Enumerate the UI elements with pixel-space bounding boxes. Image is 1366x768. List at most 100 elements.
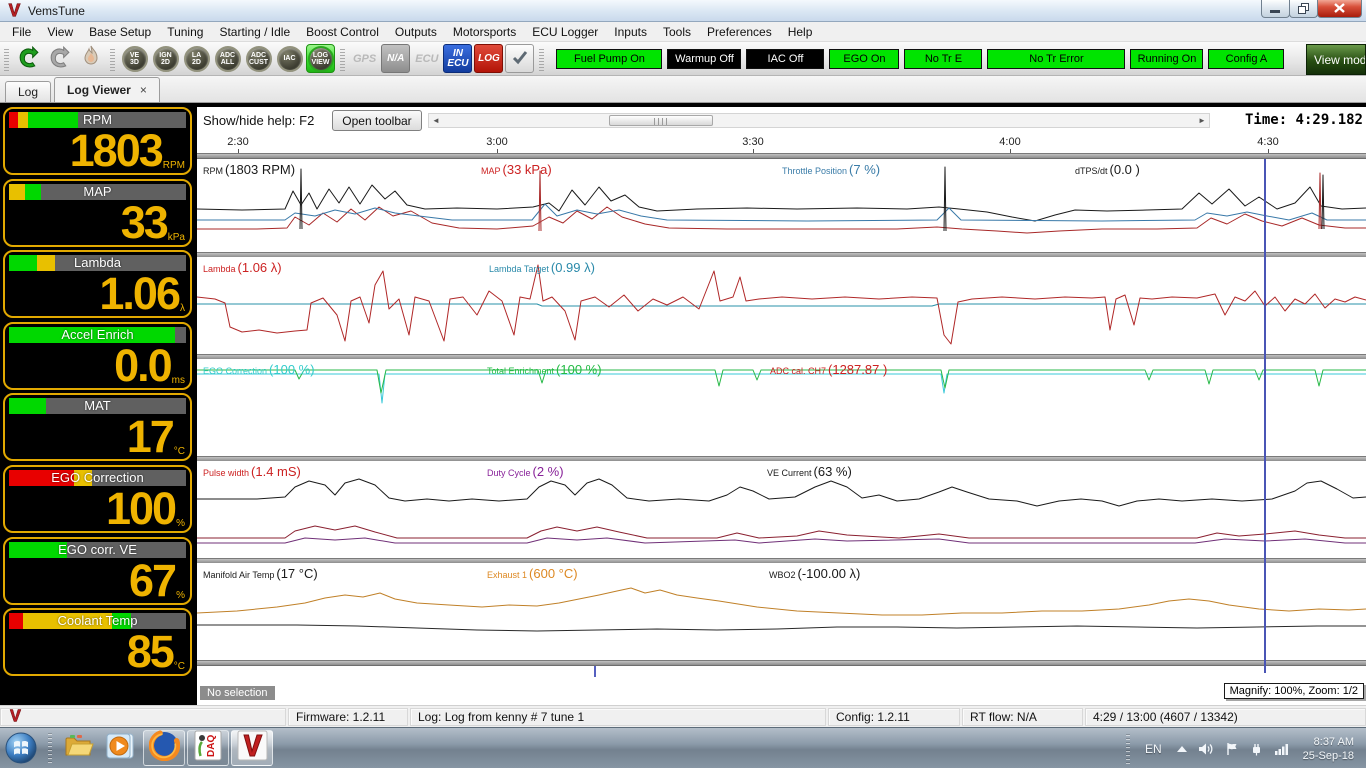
ve-3d-icon: VE 3D: [121, 45, 148, 72]
timeline-tick-label: 3:30: [742, 136, 764, 148]
close-button[interactable]: [1317, 0, 1362, 18]
menu-item-preferences[interactable]: Preferences: [699, 23, 780, 41]
statusbar-text: Config: 1.2.11: [836, 710, 910, 724]
taskbar-clock[interactable]: 8:37 AM 25-Sep-18: [1303, 735, 1354, 763]
status-warmup-off[interactable]: Warmup Off: [667, 48, 742, 69]
log-view-button[interactable]: LOG VIEW: [306, 44, 335, 73]
signal-label-map: MAP (33 kPa): [481, 162, 552, 177]
tab-log-viewer[interactable]: Log Viewer ×: [54, 77, 160, 102]
menu-item-inputs[interactable]: Inputs: [606, 23, 655, 41]
signal-name: MAP: [481, 166, 501, 176]
chart-horizontal-scrollbar[interactable]: ◄ ►: [428, 113, 1210, 128]
status-no-tr-e[interactable]: No Tr E: [904, 48, 983, 69]
minimize-button[interactable]: [1261, 0, 1290, 18]
log-button[interactable]: LOG: [474, 44, 504, 73]
signal-value: (-100.00 λ): [797, 566, 861, 581]
chart-cursor-line[interactable]: [1264, 159, 1266, 673]
no-selection-badge: No selection: [200, 686, 275, 700]
tray-grip[interactable]: [1125, 733, 1130, 764]
taskbar-vemstune-button[interactable]: [231, 730, 273, 766]
menu-item-boost-control[interactable]: Boost Control: [298, 23, 387, 41]
n-a-button[interactable]: N/A: [381, 44, 411, 73]
menu-item-motorsports[interactable]: Motorsports: [445, 23, 524, 41]
statusbar-section-1: [0, 708, 286, 726]
burn-button[interactable]: [76, 44, 105, 73]
confirm-check-button[interactable]: [505, 44, 535, 73]
menu-item-help[interactable]: Help: [780, 23, 821, 41]
tab-close-icon[interactable]: ×: [140, 83, 147, 97]
caret-up-icon[interactable]: [1176, 744, 1188, 754]
network-signal-icon[interactable]: [1274, 742, 1290, 755]
gauge-unit: °C: [173, 661, 185, 673]
gauge-reading: 33 kPa: [121, 200, 185, 245]
chart-timeline: 2:30 3:00 3:30 4:00 4:30: [197, 135, 1366, 154]
status-no-tr-error[interactable]: No Tr Error: [987, 48, 1126, 69]
toolbar-grip[interactable]: [110, 46, 115, 71]
ve-3d-button[interactable]: VE 3D: [120, 44, 149, 73]
signal-name: WBO2: [769, 570, 796, 580]
status-ego-on[interactable]: EGO On: [829, 48, 900, 69]
statusbar-section-5: RT flow: N/A: [962, 708, 1083, 726]
signal-value: (1803 RPM): [225, 162, 296, 177]
iac-button[interactable]: IAC: [275, 44, 304, 73]
menu-item-starting-idle[interactable]: Starting / Idle: [211, 23, 298, 41]
taskbar-file-explorer-button[interactable]: [60, 729, 98, 767]
reload-inactive-button[interactable]: [45, 44, 74, 73]
file-explorer-icon: [64, 733, 94, 763]
magnify-zoom-badge: Magnify: 100%, Zoom: 1/2: [1223, 683, 1364, 699]
action-center-flag-icon[interactable]: [1225, 742, 1239, 756]
reload-gray-arrow-icon: [47, 44, 72, 74]
menu-item-base-setup[interactable]: Base Setup: [81, 23, 159, 41]
taskbar-firefox-button[interactable]: [143, 730, 185, 766]
menu-item-outputs[interactable]: Outputs: [387, 23, 445, 41]
view-mode-button[interactable]: View mod: [1306, 44, 1366, 75]
restore-button[interactable]: [1289, 0, 1318, 18]
signal-value: (0.0 ): [1109, 162, 1140, 177]
power-plug-icon[interactable]: [1249, 742, 1264, 756]
status-config-a[interactable]: Config A: [1208, 48, 1285, 69]
vemstune-icon: [237, 730, 268, 766]
status-iac-off[interactable]: IAC Off: [746, 48, 825, 69]
language-indicator[interactable]: EN: [1145, 742, 1162, 756]
signal-value: (1.06 λ): [237, 260, 282, 275]
volume-icon[interactable]: [1198, 742, 1215, 756]
toolbar-grip[interactable]: [539, 46, 545, 71]
status-fuel-pump-on[interactable]: Fuel Pump On: [556, 48, 663, 69]
la-2d-button[interactable]: LA 2D: [182, 44, 211, 73]
scroll-right-icon[interactable]: ►: [1198, 117, 1206, 125]
taskbar-grip[interactable]: [48, 733, 52, 763]
taskbar-media-player-button[interactable]: [102, 729, 140, 767]
scroll-left-icon[interactable]: ◄: [432, 117, 440, 125]
tab-log[interactable]: Log: [5, 81, 52, 102]
signal-value: (63 %): [813, 464, 852, 479]
open-toolbar-button[interactable]: Open toolbar: [332, 110, 422, 131]
ign-2d-button[interactable]: IGN 2D: [151, 44, 180, 73]
taskbar-idaq-button[interactable]: DAQ: [187, 730, 229, 766]
toolbar-grip[interactable]: [340, 46, 345, 71]
gps-button[interactable]: GPS: [349, 53, 380, 65]
log-chart-area[interactable]: Show/hide help: F2 Open toolbar ◄ ► Time…: [197, 107, 1366, 705]
menu-item-ecu-logger[interactable]: ECU Logger: [524, 23, 606, 41]
gauge-ego-corr-ve: EGO corr. VE 67%: [3, 536, 192, 605]
scrollbar-thumb[interactable]: [609, 115, 713, 126]
windows-start-button[interactable]: [2, 729, 40, 767]
signal-label-lambda: Lambda (1.06 λ): [203, 260, 282, 275]
reload-active-button[interactable]: [14, 44, 43, 73]
panel-separator: [197, 660, 1366, 666]
adc-all-button[interactable]: ADC ALL: [213, 44, 242, 73]
signal-label-pulse-width: Pulse width (1.4 mS): [203, 464, 301, 479]
status-running-on[interactable]: Running On: [1130, 48, 1204, 69]
menu-item-tools[interactable]: Tools: [655, 23, 699, 41]
selection-marker: [594, 666, 596, 677]
menu-item-tuning[interactable]: Tuning: [159, 23, 211, 41]
gauge-unit: ms: [171, 374, 185, 386]
menu-item-view[interactable]: View: [39, 23, 81, 41]
la-2d-icon: LA 2D: [183, 45, 210, 72]
in-ecu-button[interactable]: IN ECU: [443, 44, 473, 73]
reload-green-arrow-icon: [16, 44, 41, 74]
ecu-button[interactable]: ECU: [411, 53, 442, 65]
gauge-reading: 67%: [129, 558, 185, 603]
toolbar-grip[interactable]: [4, 46, 9, 71]
menu-item-file[interactable]: File: [4, 23, 39, 41]
adc-cust-button[interactable]: ADC CUST: [244, 44, 273, 73]
